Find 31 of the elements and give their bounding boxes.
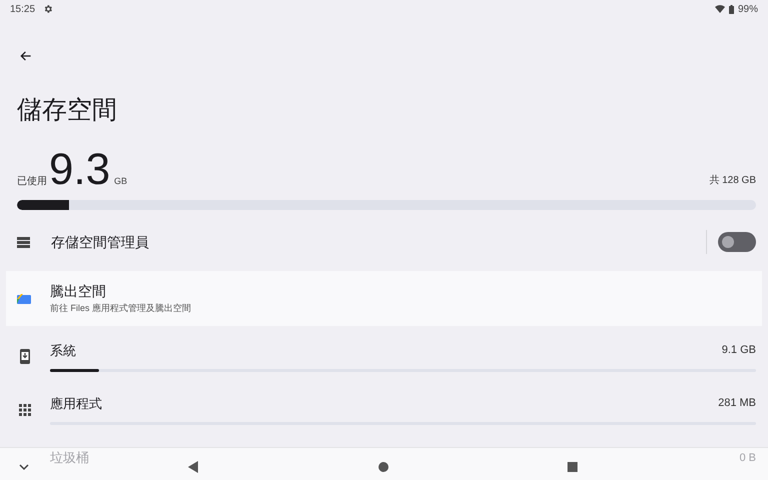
list-icon bbox=[17, 236, 30, 248]
triangle-icon bbox=[187, 460, 199, 474]
category-label: 系統 bbox=[50, 342, 76, 360]
toggle-switch[interactable] bbox=[718, 232, 756, 252]
storage-category-item[interactable]: 應用程式 281 MB bbox=[0, 383, 768, 436]
category-label: 應用程式 bbox=[50, 394, 102, 413]
clock-text: 15:25 bbox=[10, 2, 36, 16]
phone-download-icon bbox=[20, 349, 30, 364]
battery-icon bbox=[728, 4, 734, 14]
storage-manager-label: 存儲空間管理員 bbox=[51, 232, 149, 252]
category-size: 0 B bbox=[739, 450, 756, 466]
app-grid-icon bbox=[19, 404, 31, 416]
wifi-icon bbox=[714, 5, 725, 13]
category-size: 9.1 GB bbox=[722, 343, 756, 358]
back-arrow-icon bbox=[19, 49, 33, 63]
page-title: 儲存空間 bbox=[17, 95, 118, 126]
circle-icon bbox=[377, 460, 390, 474]
category-size: 281 MB bbox=[718, 396, 756, 412]
category-label: 垃圾桶 bbox=[50, 449, 89, 467]
used-label: 已使用 bbox=[17, 175, 47, 189]
storage-category-item[interactable]: 系統 9.1 GB bbox=[0, 330, 768, 383]
used-value: 9.3 bbox=[49, 148, 110, 192]
total-capacity: 共 128 GB bbox=[709, 174, 756, 188]
square-icon bbox=[566, 460, 579, 474]
folder-icon bbox=[17, 293, 31, 304]
free-up-title: 騰出空間 bbox=[50, 282, 107, 302]
used-unit: GB bbox=[114, 175, 128, 188]
free-up-subtitle: 前往 Files 應用程式管理及騰出空間 bbox=[50, 302, 192, 316]
battery-percent: 99% bbox=[738, 2, 758, 16]
settings-icon bbox=[43, 4, 54, 14]
free-up-space-item[interactable]: 騰出空間 前往 Files 應用程式管理及騰出空間 bbox=[6, 271, 762, 326]
